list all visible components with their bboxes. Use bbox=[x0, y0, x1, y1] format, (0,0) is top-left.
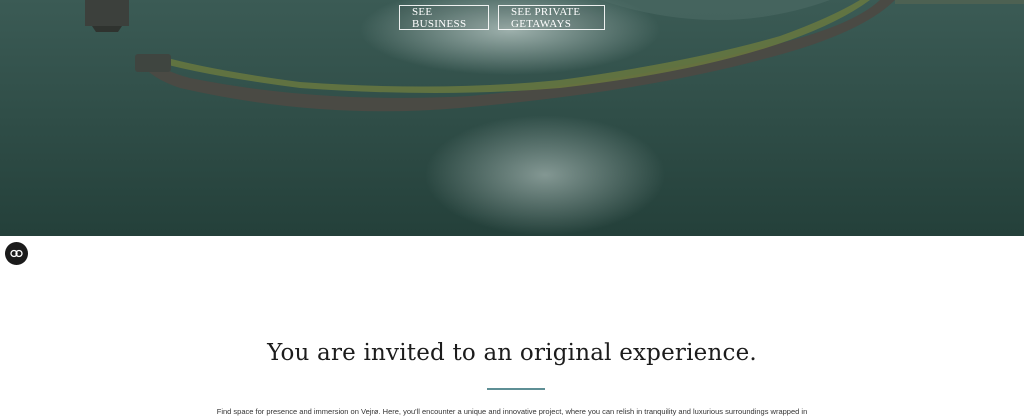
cookie-consent-icon bbox=[10, 249, 23, 258]
hero-image: SEE BUSINESS SEE PRIVATE GETAWAYS bbox=[0, 0, 1024, 236]
intro-heading: You are invited to an original experienc… bbox=[267, 340, 757, 366]
intro-paragraph: Find space for presence and immersion on… bbox=[216, 407, 808, 416]
heading-divider bbox=[487, 388, 545, 390]
hero-cta-group: SEE BUSINESS SEE PRIVATE GETAWAYS bbox=[399, 5, 605, 30]
aerial-harbor-photo bbox=[0, 0, 1024, 236]
cookie-consent-button[interactable] bbox=[5, 242, 28, 265]
see-private-getaways-button[interactable]: SEE PRIVATE GETAWAYS bbox=[498, 5, 605, 30]
see-business-button[interactable]: SEE BUSINESS bbox=[399, 5, 489, 30]
